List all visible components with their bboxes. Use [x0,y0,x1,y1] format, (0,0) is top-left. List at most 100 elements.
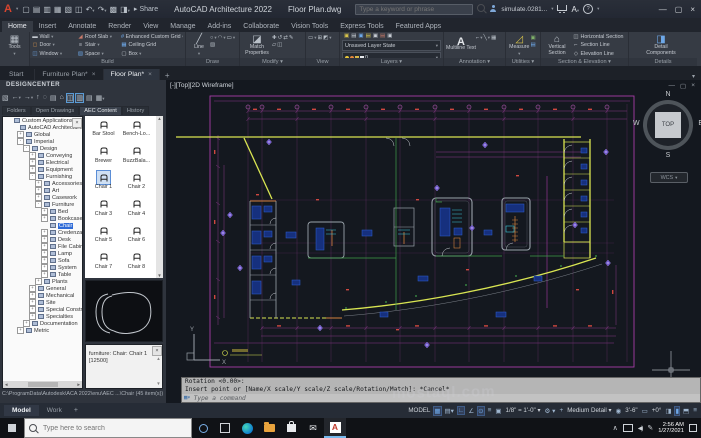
roof-slab-button[interactable]: ◢Roof Slab▾ [77,33,119,41]
layer-isolate-icon[interactable]: ▣ [358,33,363,39]
file-explorer-button[interactable] [258,418,280,438]
build-panel-label[interactable]: Build [30,58,185,66]
elevation-line-button[interactable]: ◇Elevation Line [573,50,624,58]
tree-node[interactable]: + Mechanical [3,292,82,299]
named-views-icon[interactable]: ▭ [308,35,313,41]
tab-close-icon[interactable]: × [148,71,152,78]
tree-node[interactable]: + Accessories [3,180,82,187]
tree-node[interactable]: Custom Applications [3,117,82,124]
expand-icon[interactable]: + [29,306,36,313]
dimension-icon[interactable]: ⌐ [476,35,479,41]
ceiling-grid-button[interactable]: ▦Ceiling Grid [121,41,183,49]
content-item[interactable]: Chair 6 [120,224,153,251]
store-button[interactable] [280,418,302,438]
ribbon-tab[interactable]: Render [102,21,137,32]
viewport-restore-icon[interactable]: ▢ [680,82,686,90]
tree-node[interactable]: - Furnishing [3,173,82,180]
speaker-icon[interactable]: ◀) [638,425,643,432]
tools-button[interactable]: ▦ Tools▾ [2,33,27,58]
content-vertical-scrollbar[interactable]: ▲ ▼ [156,116,163,278]
tree-node[interactable]: + Conveying [3,152,82,159]
expand-icon[interactable]: + [29,299,36,306]
utilities-panel-label[interactable]: Utilities ▾ [506,58,540,66]
scroll-down-icon[interactable]: ▼ [157,273,161,278]
restore-button[interactable]: ▢ [675,5,683,14]
window-button[interactable]: ◫Window▾ [32,50,75,58]
load-icon[interactable]: ▧ [2,94,9,102]
tree-node[interactable]: + Electrical [3,159,82,166]
expand-icon[interactable]: + [29,159,36,166]
expand-icon[interactable]: - [23,145,30,152]
document-tab[interactable]: Furniture Plan* × [35,69,103,80]
tree-node[interactable]: + File Cabinet [3,243,82,250]
tab-close-icon[interactable]: × [92,71,96,78]
ribbon-tab[interactable]: Vision Tools [285,21,334,32]
tree-node[interactable]: + Credenza [3,229,82,236]
detail-level-dropdown[interactable]: Medium Detail ▾ [567,407,611,414]
snap-toggle-icon[interactable]: ▤▾ [445,407,454,415]
layers-panel-label[interactable]: Layers ▾ [340,58,443,66]
viewcube-south[interactable]: S [641,152,695,159]
undo-icon[interactable]: ↶▾ [86,5,95,14]
content-item[interactable]: Chair 8 [120,251,153,278]
expand-icon[interactable]: + [41,208,48,215]
scroll-up-icon[interactable]: ▲ [156,356,160,361]
visual-style-icon[interactable]: ◩ [323,35,328,41]
grid-toggle-icon[interactable]: ▦ [434,407,440,415]
scroll-right-icon[interactable]: ► [77,382,81,387]
scroll-thumb[interactable] [28,382,58,387]
tree-node[interactable]: + General [3,285,82,292]
expand-icon[interactable]: + [41,215,48,222]
expand-icon[interactable]: + [41,229,48,236]
layer-freeze-icon[interactable]: ▤ [366,33,371,39]
line-button[interactable]: ╱ Line▾ [188,33,210,58]
expand-icon[interactable]: + [29,285,36,292]
content-item[interactable]: Chair 2 [120,171,153,198]
layer-lock-icon[interactable]: ▣ [373,33,378,39]
ortho-toggle-icon[interactable]: ∟ [458,407,464,414]
views-icon[interactable]: ▦▾ [96,94,105,102]
layout-icon[interactable]: ◨▾ [120,5,130,14]
ribbon-tab[interactable]: View [137,21,164,32]
tree-node[interactable]: + Global [3,131,82,138]
space-button[interactable]: ▨Space▾ [77,50,119,58]
ribbon-tab[interactable]: Annotate [62,21,102,32]
search-icon[interactable] [477,4,485,14]
expand-icon[interactable]: + [41,257,48,264]
description-close-button[interactable]: × [152,346,162,356]
tree-node[interactable]: AutoCAD Architecture [3,124,82,131]
add-scales-icon[interactable]: + [559,407,563,414]
model-space-label[interactable]: MODEL [408,407,430,414]
tree-node[interactable]: Chair [3,222,82,229]
multiline-text-button[interactable]: A Multiline Text [446,33,476,58]
keyword-search-input[interactable] [355,4,473,15]
network-icon[interactable] [623,424,633,432]
viewcube[interactable]: TOP N S W E [641,92,695,162]
content-item[interactable]: Chair 5 [87,224,120,251]
designcenter-tab[interactable]: History [122,106,149,115]
vertical-section-button[interactable]: ⌂ Vertical Section [543,33,571,58]
section-panel-label[interactable]: Section & Elevation ▾ [541,58,628,66]
modify-panel-label[interactable]: Modify ▾ [240,58,305,66]
forward-icon[interactable]: →▾ [24,94,33,101]
expand-icon[interactable]: + [41,236,48,243]
horizontal-section-button[interactable]: ◫Horizontal Section [573,33,624,41]
match-properties-button[interactable]: ◪ Match Properties [242,33,272,58]
tree-node[interactable]: + Desk [3,236,82,243]
help-icon[interactable]: ? [583,4,593,14]
expand-icon[interactable]: + [35,278,42,285]
ribbon-tab[interactable]: Collaborate [237,21,285,32]
layout-tab[interactable]: Work [39,405,70,416]
content-item[interactable]: Chair 7 [87,251,120,278]
autodesk-app-icon[interactable]: A▾ [571,5,579,14]
scroll-up-icon[interactable]: ▲ [157,116,161,121]
dynamic-input-icon[interactable]: ▣ [495,407,501,415]
layout-tab[interactable]: Model [4,405,39,416]
designcenter-title[interactable]: DESIGNCENTER [0,80,166,91]
mail-button[interactable]: ✉ [302,418,324,438]
tree-node[interactable]: + Plants [3,278,82,285]
help-dropdown-icon[interactable]: ▾ [597,6,599,12]
mirror-icon[interactable]: ⇄ [283,35,288,41]
expand-icon[interactable]: - [17,138,24,145]
content-item[interactable]: Chair 1 [87,171,120,198]
